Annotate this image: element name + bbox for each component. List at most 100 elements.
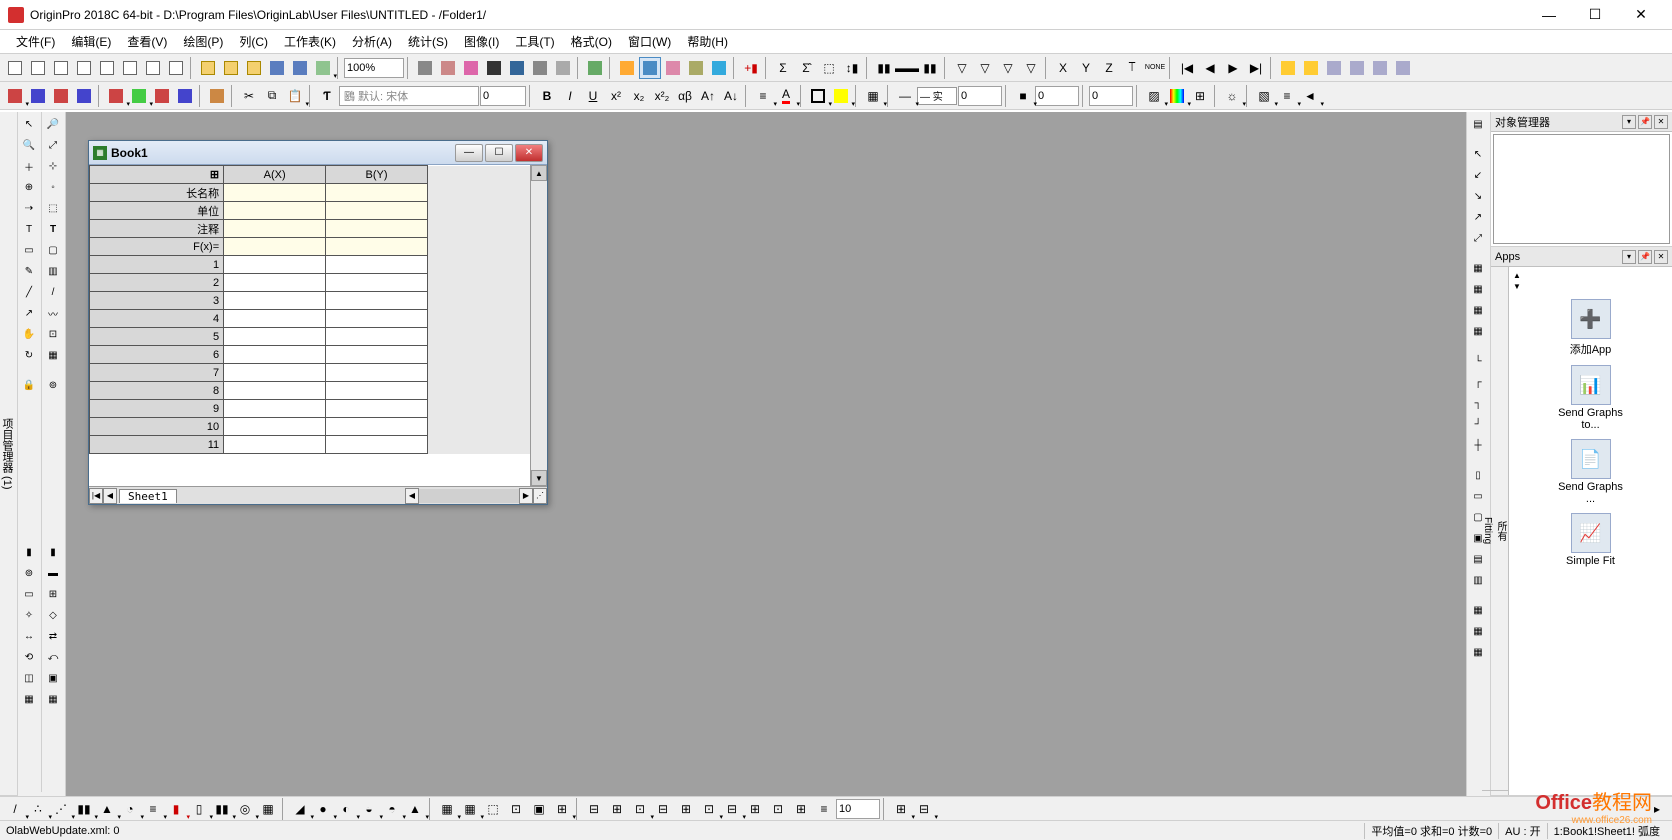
data-cell[interactable] <box>326 346 428 364</box>
gtool4-icon[interactable]: ✧ <box>19 605 39 625</box>
app2-icon[interactable] <box>1300 57 1322 79</box>
text-icon[interactable]: T <box>43 219 63 239</box>
label-row-header[interactable]: 单位 <box>90 202 224 220</box>
data-cell[interactable] <box>224 274 326 292</box>
label-row-header[interactable]: F(x)= <box>90 238 224 256</box>
data-cell[interactable] <box>326 310 428 328</box>
apps-category-tab[interactable]: Fitting <box>1482 271 1493 791</box>
line-color-icon[interactable] <box>807 85 829 107</box>
anti-alias-icon[interactable]: ▧ <box>1253 85 1275 107</box>
copy-icon[interactable]: ⧉ <box>261 85 283 107</box>
paste-icon[interactable]: 📋 <box>284 85 306 107</box>
arrange10-icon[interactable]: ⊞ <box>790 798 812 820</box>
plot2-icon[interactable] <box>128 85 150 107</box>
book-maximize-button[interactable]: ☐ <box>485 144 513 162</box>
move-left-icon[interactable]: ◀ <box>1199 57 1221 79</box>
sheet-last-icon[interactable]: ▶ <box>519 488 533 504</box>
plot3-icon[interactable] <box>151 85 173 107</box>
new-notes-icon[interactable] <box>165 57 187 79</box>
fill-color-icon[interactable] <box>830 85 852 107</box>
font-increase-icon[interactable]: A↑ <box>697 85 719 107</box>
templ4-icon[interactable]: ⊡ <box>505 798 527 820</box>
menu-格式o[interactable]: 格式(O) <box>563 31 620 52</box>
mask-tool-icon[interactable]: ◦ <box>43 177 63 197</box>
3d5-icon[interactable]: ◓ <box>381 798 403 820</box>
vertical-scrollbar[interactable]: ▲ ▼ <box>531 165 547 486</box>
gtool10-icon[interactable]: ▬ <box>43 563 63 583</box>
video-icon[interactable] <box>506 57 528 79</box>
toolbar-chevron-icon[interactable]: ▸ <box>1646 798 1668 820</box>
pie-icon[interactable]: ◔ <box>119 798 141 820</box>
data-cell[interactable] <box>326 418 428 436</box>
new-graph-icon[interactable] <box>73 57 95 79</box>
palette-icon[interactable] <box>1166 85 1188 107</box>
worksheet-grid[interactable]: ⊞A(X)B(Y)长名称单位注释F(x)=1234567891011 <box>89 165 531 486</box>
code-builder-icon[interactable] <box>616 57 638 79</box>
data-cell[interactable] <box>224 382 326 400</box>
column-header[interactable]: A(X) <box>224 166 326 184</box>
menu-图像i[interactable]: 图像(I) <box>456 31 507 52</box>
app-item[interactable]: ➕添加App <box>1555 299 1627 357</box>
layer-icon[interactable]: ▤ <box>1468 114 1488 134</box>
font-color-icon[interactable]: A <box>775 85 797 107</box>
open-icon[interactable] <box>197 57 219 79</box>
contour-icon[interactable]: ◎ <box>234 798 256 820</box>
data-cell[interactable] <box>224 328 326 346</box>
conditional-icon[interactable]: ▽ <box>997 57 1019 79</box>
save-project-icon[interactable] <box>266 57 288 79</box>
opt3-input[interactable] <box>1089 86 1133 106</box>
image-plot-icon[interactable]: ▦ <box>257 798 279 820</box>
templ2-icon[interactable]: ▦ <box>459 798 481 820</box>
gtool7-icon[interactable]: ◫ <box>19 668 39 688</box>
menu-工具t[interactable]: 工具(T) <box>507 31 562 52</box>
set-none-icon[interactable]: NONE <box>1144 57 1166 79</box>
data-cell[interactable] <box>326 382 428 400</box>
supersubscript-icon[interactable]: x²₂ <box>651 85 673 107</box>
menu-列c[interactable]: 列(C) <box>231 31 276 52</box>
arrange6-icon[interactable]: ⊡ <box>698 798 720 820</box>
app-item[interactable]: 📊Send Graphs to... <box>1555 365 1627 431</box>
row-header[interactable]: 5 <box>90 328 224 346</box>
line-icon[interactable]: / <box>43 282 63 302</box>
gtool9-icon[interactable]: ▮ <box>43 542 63 562</box>
dock-tab[interactable]: 项目管理器 (1) <box>0 112 17 796</box>
extra2-icon[interactable]: ⊟ <box>913 798 935 820</box>
arrange1-icon[interactable]: ⊟ <box>583 798 605 820</box>
gtool3-icon[interactable]: ▭ <box>19 584 39 604</box>
move-right-icon[interactable]: ▶ <box>1222 57 1244 79</box>
data-cell[interactable] <box>326 328 428 346</box>
maximize-button[interactable]: ☐ <box>1572 1 1618 29</box>
duplicate-icon[interactable] <box>460 57 482 79</box>
label-cell[interactable] <box>224 220 326 238</box>
new-layout-icon[interactable] <box>142 57 164 79</box>
stats-icon[interactable]: Σ̂ <box>795 57 817 79</box>
new-project-icon[interactable] <box>4 57 26 79</box>
recalc-icon[interactable] <box>584 57 606 79</box>
color-scale-icon[interactable]: ▥ <box>43 261 63 281</box>
rescale-icon[interactable]: ⤢ <box>43 135 63 155</box>
bottom-num-input[interactable] <box>836 799 880 819</box>
underline-icon[interactable]: U <box>582 85 604 107</box>
panel-dropdown-icon[interactable]: ▾ <box>1622 115 1636 129</box>
label-cell[interactable] <box>326 238 428 256</box>
sheet-first-icon[interactable]: |◀ <box>89 488 103 504</box>
python-icon[interactable] <box>685 57 707 79</box>
area-plot-icon[interactable]: ▲ <box>96 798 118 820</box>
3d1-icon[interactable]: ◢ <box>289 798 311 820</box>
filter-icon[interactable]: ▽ <box>951 57 973 79</box>
gtool1-icon[interactable]: ▮ <box>19 542 39 562</box>
save-template-icon[interactable] <box>289 57 311 79</box>
print-icon[interactable] <box>414 57 436 79</box>
arrange11-icon[interactable]: ≡ <box>813 798 835 820</box>
rect-icon[interactable]: ▢ <box>43 240 63 260</box>
row-header[interactable]: 10 <box>90 418 224 436</box>
templ6-icon[interactable]: ⊞ <box>551 798 573 820</box>
3d6-icon[interactable]: ▲ <box>404 798 426 820</box>
data-selector-icon[interactable]: ⇢ <box>19 198 39 218</box>
set-x-icon[interactable]: X <box>1052 57 1074 79</box>
label-row-header[interactable]: 长名称 <box>90 184 224 202</box>
row-header[interactable]: 6 <box>90 346 224 364</box>
label-row-header[interactable]: 注释 <box>90 220 224 238</box>
rotate-icon[interactable]: ↻ <box>19 345 39 365</box>
transfer-icon[interactable] <box>662 57 684 79</box>
